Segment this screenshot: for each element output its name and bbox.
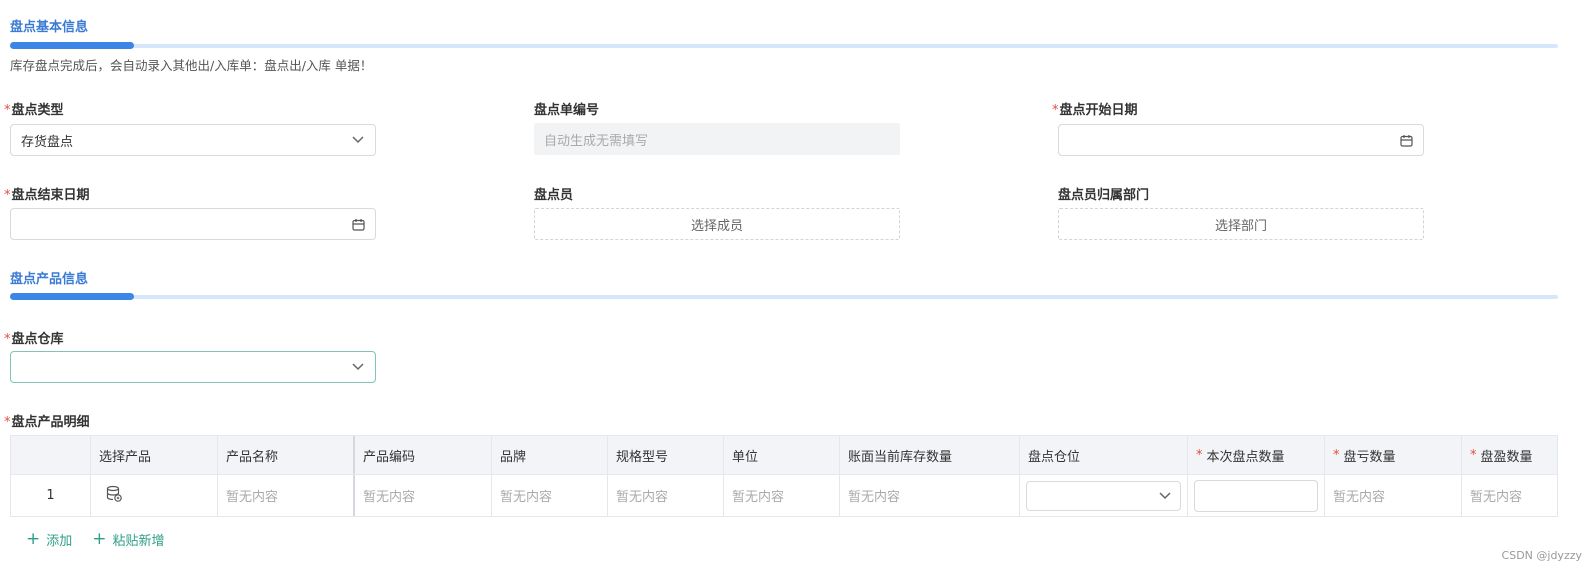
- section-title-product: 盘点产品信息: [10, 272, 89, 287]
- chevron-down-icon: [351, 133, 365, 147]
- row-index: 1: [11, 475, 91, 516]
- product-detail-table: 选择产品 产品名称 产品编码 品牌 规格型号 单位 账面当前库存数量 盘点仓位 …: [10, 435, 1558, 517]
- select-member-button[interactable]: 选择成员: [534, 208, 900, 240]
- section-divider: [10, 293, 1558, 300]
- warehouse-select[interactable]: [10, 351, 376, 383]
- table-header: 选择产品 产品名称 产品编码 品牌 规格型号 单位 账面当前库存数量 盘点仓位 …: [11, 436, 1557, 474]
- table-row: 1 暂无内容 暂无内容 暂无内容 暂无内容 暂无内容 暂无内容 暂无内容 暂无内…: [11, 474, 1557, 516]
- chevron-down-icon: [351, 360, 365, 374]
- calendar-icon: [1399, 133, 1413, 147]
- col-spec: 规格型号: [608, 436, 724, 474]
- col-brand: 品牌: [492, 436, 608, 474]
- cell-loss-qty: 暂无内容: [1325, 475, 1462, 516]
- database-icon[interactable]: [105, 485, 123, 507]
- label-check-type: *盘点类型: [4, 103, 64, 118]
- calendar-icon: [351, 217, 365, 231]
- cell-book-stock: 暂无内容: [840, 475, 1020, 516]
- label-start-date: *盘点开始日期: [1052, 103, 1138, 118]
- cell-unit: 暂无内容: [724, 475, 840, 516]
- col-book-stock: 账面当前库存数量: [840, 436, 1020, 474]
- col-unit: 单位: [724, 436, 840, 474]
- check-type-select[interactable]: 存货盘点: [10, 124, 376, 156]
- cell-spec: 暂无内容: [608, 475, 724, 516]
- section-product-info: 盘点产品信息: [10, 268, 1558, 300]
- cell-count-qty: [1188, 475, 1325, 516]
- label-checker-dept: 盘点员归属部门: [1058, 188, 1150, 203]
- add-row-button[interactable]: + 添加: [26, 529, 72, 550]
- check-code-field: 自动生成无需填写: [534, 123, 900, 155]
- plus-icon: +: [92, 529, 107, 549]
- cell-product-code: 暂无内容: [355, 475, 492, 516]
- select-product-cell: [91, 475, 218, 516]
- cell-brand: 暂无内容: [492, 475, 608, 516]
- plus-icon: +: [26, 529, 41, 549]
- chevron-down-icon: [1158, 489, 1172, 503]
- section-title-basic: 盘点基本信息: [10, 20, 89, 35]
- table-actions: + 添加 + 粘贴新增: [26, 529, 165, 550]
- section-basic-info: 盘点基本信息: [10, 16, 1558, 49]
- col-product-name: 产品名称: [218, 436, 355, 474]
- label-product-detail: *盘点产品明细: [4, 415, 90, 430]
- notice-text: 库存盘点完成后，会自动录入其他出/入库单：盘点出/入库 单据！: [10, 58, 373, 73]
- col-product-code: 产品编码: [355, 436, 492, 474]
- label-checker: 盘点员: [534, 188, 574, 203]
- col-select-product: 选择产品: [91, 436, 218, 474]
- start-date-input[interactable]: [1058, 124, 1424, 156]
- label-check-code: 盘点单编号: [534, 103, 600, 118]
- select-dept-button[interactable]: 选择部门: [1058, 208, 1424, 240]
- count-qty-input[interactable]: [1194, 479, 1318, 512]
- cell-location: [1020, 475, 1188, 516]
- cell-gain-qty: 暂无内容: [1470, 490, 1523, 505]
- col-count-qty: * 本次盘点数量: [1188, 436, 1325, 474]
- col-loss-qty: * 盘亏数量: [1325, 436, 1462, 474]
- end-date-input[interactable]: [10, 208, 376, 240]
- section-divider: [10, 42, 1558, 49]
- col-index: [11, 436, 91, 474]
- cell-product-name: 暂无内容: [218, 475, 355, 516]
- label-warehouse: *盘点仓库: [4, 332, 64, 347]
- col-location: 盘点仓位: [1020, 436, 1188, 474]
- location-select[interactable]: [1026, 480, 1181, 511]
- paste-add-button[interactable]: + 粘贴新增: [92, 529, 164, 550]
- watermark: CSDN @jdyzzy: [1501, 549, 1582, 562]
- label-end-date: *盘点结束日期: [4, 188, 90, 203]
- col-gain-qty: * 盘盈数量: [1470, 447, 1533, 465]
